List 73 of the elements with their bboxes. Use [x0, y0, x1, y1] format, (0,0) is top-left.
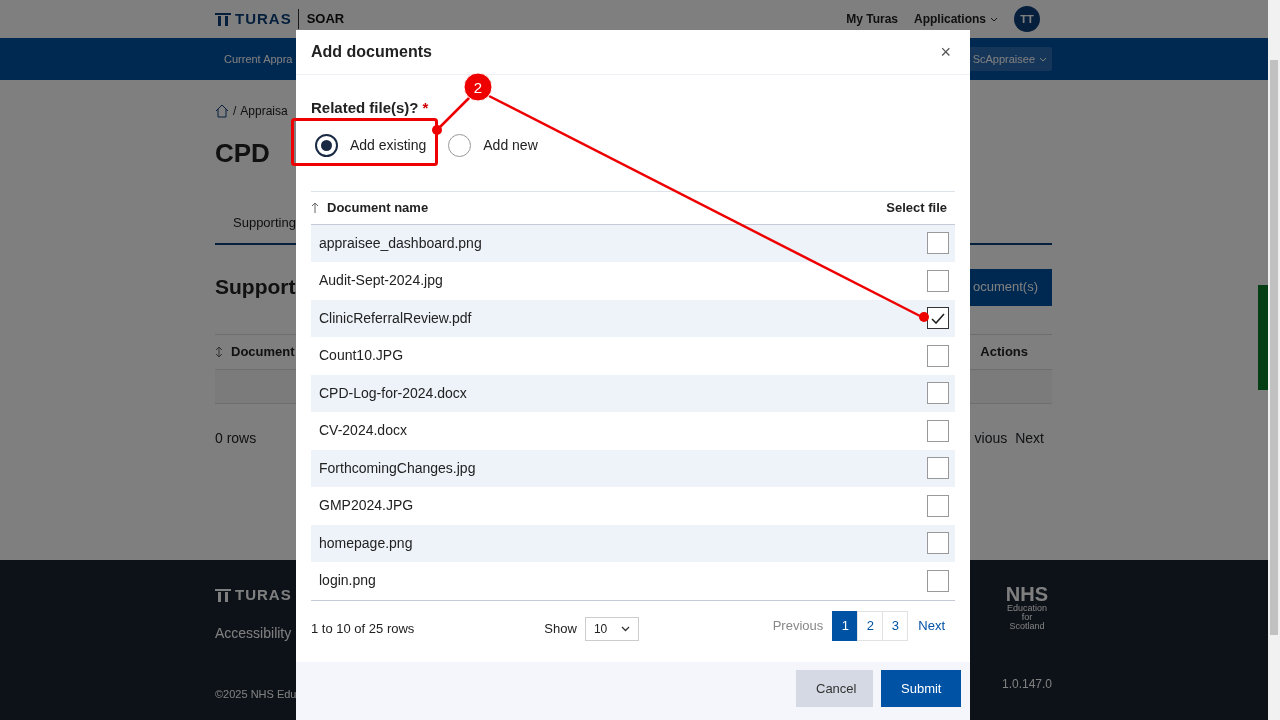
role-dropdown[interactable]: ScAppraisee [967, 46, 1052, 72]
page-size-select[interactable]: 10 [584, 617, 639, 641]
checkbox[interactable] [927, 269, 949, 292]
file-name: homepage.png [319, 533, 413, 553]
product-name: SOAR [297, 9, 345, 29]
previous-link[interactable]: vious [974, 427, 1008, 449]
page-button[interactable]: 1 [832, 611, 859, 641]
file-name: login.png [319, 571, 376, 591]
file-name: ForthcomingChanges.jpg [319, 458, 476, 478]
next-link[interactable]: Next [1015, 427, 1044, 449]
caret-icon [1039, 56, 1047, 62]
submit-button[interactable]: Submit [881, 670, 961, 707]
show-label: Show [544, 620, 577, 639]
file-name: appraisee_dashboard.png [319, 233, 482, 253]
nav-link[interactable]: My Turas [846, 10, 898, 28]
logo-text: TURAS [235, 8, 292, 29]
step-badge: 2 [463, 72, 493, 102]
checkbox[interactable] [927, 307, 949, 330]
section-title: Support [215, 274, 296, 301]
org-name: NHS [1005, 584, 1049, 604]
modal-title: Add documents [311, 42, 432, 62]
checkbox[interactable] [927, 532, 949, 555]
file-name: GMP2024.JPG [319, 496, 414, 516]
caret-icon [990, 16, 998, 22]
required-mark: * [422, 98, 429, 118]
checkbox[interactable] [927, 232, 949, 255]
checkbox[interactable] [927, 457, 949, 480]
nav-item[interactable]: Current Appra [224, 50, 293, 68]
column-header: Select file [886, 198, 947, 217]
checkbox[interactable] [927, 569, 949, 592]
org-subtitle: Education [1006, 604, 1047, 613]
leader-line [432, 96, 471, 135]
version: 1.0.147.0 [1001, 676, 1052, 693]
next-link[interactable]: Next [908, 616, 955, 636]
sort-icon[interactable] [215, 345, 223, 358]
org-subtitle: Scotland [1009, 622, 1045, 631]
page-button[interactable]: 2 [857, 611, 884, 641]
footer-link[interactable]: Accessibility [215, 622, 297, 644]
nav-dropdown[interactable]: Applications [914, 10, 998, 28]
logo-text: TURAS [235, 585, 292, 605]
file-name: Count10.JPG [319, 346, 404, 366]
user-avatar[interactable]: TT [1014, 6, 1040, 32]
page-title: CPD [215, 137, 270, 170]
chevron-down-icon [620, 626, 630, 632]
file-name: Audit-Sept-2024.jpg [319, 271, 443, 291]
close-button[interactable]: × [936, 43, 955, 61]
breadcrumb-separator: / [233, 103, 237, 120]
page-button[interactable]: 3 [882, 611, 909, 641]
radio-option[interactable]: Add new [448, 129, 544, 161]
field-label: Related file(s)? [311, 98, 419, 118]
radio-option[interactable]: Add existing [315, 129, 433, 161]
file-name: CV-2024.docx [319, 421, 407, 441]
column-header: Actions [980, 342, 1028, 361]
checkbox[interactable] [927, 382, 949, 405]
column-header[interactable]: Document name [327, 197, 429, 218]
logo-icon [215, 588, 231, 602]
checkbox[interactable] [927, 344, 949, 367]
org-subtitle: for [1021, 613, 1033, 622]
breadcrumb-link[interactable]: Appraisa [240, 102, 288, 120]
row-summary: 1 to 10 of 25 rows [311, 620, 415, 639]
checkbox[interactable] [927, 419, 949, 442]
copyright: ©2025 NHS Edu [215, 686, 297, 702]
row-count: 0 rows [215, 428, 257, 448]
scrollbar-thumb[interactable] [1270, 60, 1278, 635]
logo-icon [215, 12, 231, 26]
home-icon[interactable] [215, 104, 229, 118]
file-name: ClinicReferralReview.pdf [319, 308, 472, 328]
checkmark-icon [931, 312, 945, 324]
file-name: CPD-Log-for-2024.docx [319, 383, 467, 403]
column-header: Document [231, 342, 295, 361]
cancel-button[interactable]: Cancel [796, 670, 873, 707]
sort-arrow-icon[interactable] [311, 202, 319, 213]
checkbox[interactable] [927, 494, 949, 517]
